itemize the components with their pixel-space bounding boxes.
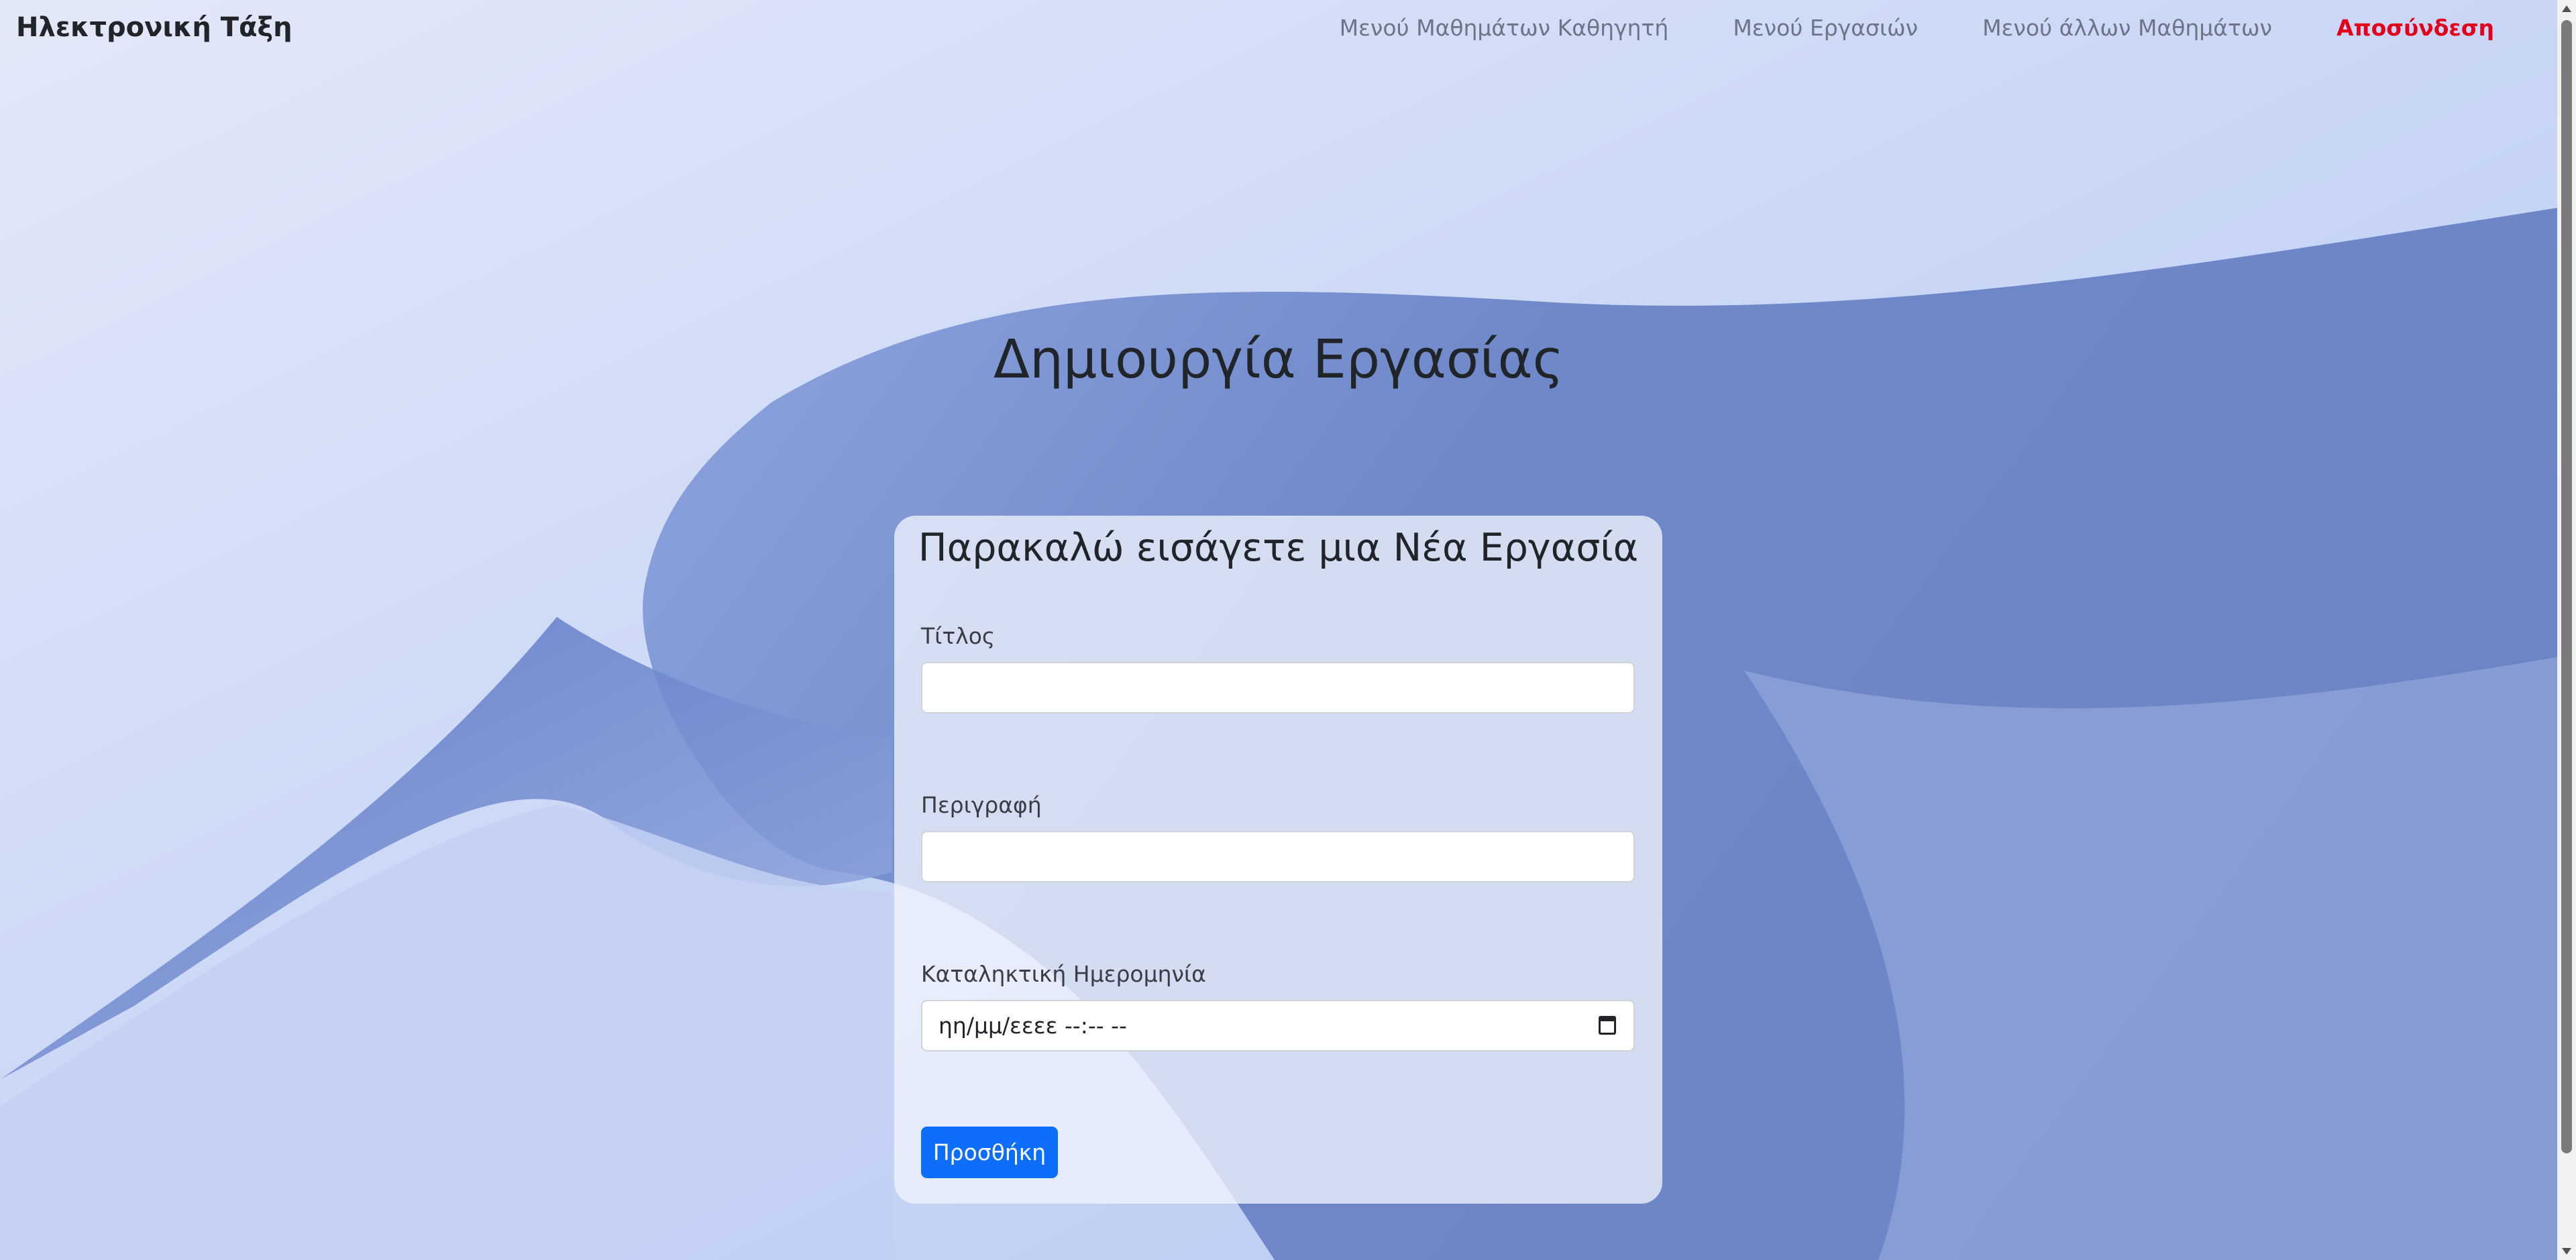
logout-link[interactable]: Αποσύνδεση: [2337, 15, 2494, 41]
scroll-down-arrow-icon[interactable]: [2562, 1248, 2571, 1255]
nav-teacher-courses[interactable]: Μενού Μαθημάτων Καθηγητή: [1340, 15, 1669, 41]
assignment-form-card: Παρακαλώ εισάγετε μια Νέα Εργασία Τίτλος…: [894, 516, 1662, 1204]
title-input[interactable]: [921, 662, 1635, 713]
page-title: Δημιουργία Εργασίας: [993, 329, 1564, 390]
calendar-icon[interactable]: [1599, 1016, 1616, 1035]
description-label: Περιγραφή: [921, 792, 1042, 818]
deadline-label: Καταληκτική Ημερομηνία: [921, 961, 1206, 987]
scroll-thumb[interactable]: [2561, 20, 2572, 1153]
description-input[interactable]: [921, 831, 1635, 882]
nav-other-courses[interactable]: Μενού άλλων Μαθημάτων: [1982, 15, 2272, 41]
deadline-datetime-input[interactable]: ηη/μμ/εεεε --:-- --: [921, 1000, 1635, 1051]
nav-links: Μενού Μαθημάτων Καθηγητή Μενού Εργασιών …: [1275, 15, 2494, 41]
vertical-scrollbar[interactable]: [2557, 0, 2576, 1260]
scroll-up-arrow-icon[interactable]: [2562, 5, 2571, 12]
brand-logo[interactable]: Ηλεκτρονική Τάξη: [16, 12, 292, 43]
add-assignment-button[interactable]: Προσθήκη: [921, 1127, 1058, 1178]
deadline-placeholder: ηη/μμ/εεεε --:-- --: [938, 1013, 1127, 1039]
title-label: Τίτλος: [921, 623, 996, 649]
nav-assignments[interactable]: Μενού Εργασιών: [1733, 15, 1918, 41]
form-heading: Παρακαλώ εισάγετε μια Νέα Εργασία: [918, 526, 1639, 570]
navbar: Ηλεκτρονική Τάξη Μενού Μαθημάτων Καθηγητ…: [0, 0, 2557, 62]
